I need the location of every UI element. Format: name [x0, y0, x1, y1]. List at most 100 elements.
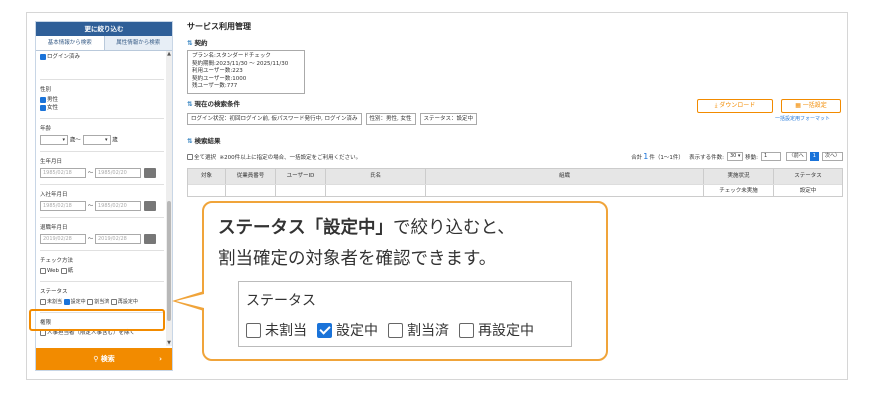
total-count: 1 [643, 152, 649, 161]
gender-male-checkbox[interactable] [40, 97, 46, 103]
sidebar-tabs: 基本情報から検索 属性情報から検索 [36, 36, 172, 51]
col-target[interactable]: 対象 [188, 168, 226, 184]
checkbox-icon[interactable] [388, 322, 403, 338]
col-name[interactable]: 氏名 [326, 168, 426, 184]
contract-plan: プラン名:スタンダードチェック [192, 53, 271, 59]
page-1-button[interactable]: 1 [809, 152, 819, 161]
select-all-checkbox[interactable] [187, 153, 193, 160]
callout-status-options: 未割当 設定中 割当済 再設定中 [246, 320, 544, 340]
calendar-icon[interactable] [144, 201, 156, 211]
callout-option-label: 設定中 [336, 323, 378, 339]
calendar-icon[interactable] [144, 168, 156, 178]
condition-chip: ログイン状況：初回ログイン前, 仮パスワード発行中, ログイン済み [187, 112, 362, 125]
cell-org [426, 184, 704, 196]
callout-option-resetting[interactable]: 再設定中 [459, 320, 534, 340]
status-unassigned-label: 未割当 [47, 299, 63, 305]
contract-period: 契約期間:2023/11/30 〜 2025/11/30 [192, 60, 289, 67]
callout-option-setting[interactable]: 設定中 [317, 320, 378, 340]
join-from-field[interactable]: 1985/02/18 [40, 201, 86, 211]
age-to-select[interactable]: ▾ [82, 135, 111, 145]
total-label: 合計 [631, 154, 643, 161]
callout-status-label: ステータス [246, 293, 316, 309]
contract-remaining-users: 残ユーザー数:777 [192, 83, 238, 89]
cell-status: 設定中 [799, 187, 817, 194]
check-paper-label: 紙 [67, 268, 74, 274]
col-org[interactable]: 組織 [426, 168, 704, 184]
contract-heading: ⇅ 契約 [187, 37, 843, 47]
leave-section: 退職年月日 2019/02/28 〜 2019/02/28 [40, 223, 164, 251]
checkbox-icon[interactable] [459, 322, 474, 338]
status-assigned-checkbox[interactable] [87, 299, 94, 305]
search-button-label: 検索 [100, 355, 115, 363]
login-checkbox[interactable] [40, 54, 46, 60]
prev-page-button[interactable]: 〈前へ [785, 152, 807, 161]
birth-to-field[interactable]: 1985/02/20 [95, 168, 141, 178]
bulk-setting-button[interactable]: ▦ 一括設定 [781, 99, 841, 113]
gender-male-label: 男性 [47, 97, 59, 103]
calendar-icon[interactable] [144, 234, 156, 244]
birth-from-field[interactable]: 1985/02/18 [40, 168, 86, 178]
checkbox-checked-icon[interactable] [317, 322, 332, 338]
search-button[interactable]: ⚲ 検索 › [36, 348, 172, 370]
leave-to-field[interactable]: 2019/02/28 [95, 234, 141, 244]
status-setting-checkbox[interactable] [63, 299, 70, 305]
birth-section: 生年月日 1985/02/18 〜 1985/02/20 [40, 157, 164, 185]
section-marker-icon: ⇅ [187, 136, 193, 145]
status-resetting-checkbox[interactable] [110, 299, 117, 305]
scroll-thumb[interactable] [167, 201, 171, 321]
col-progress[interactable]: 実施状況 [704, 168, 774, 184]
leave-from-field[interactable]: 2019/02/28 [40, 234, 86, 244]
callout-option-unassigned[interactable]: 未割当 [246, 320, 307, 340]
callout-option-assigned[interactable]: 割当済 [388, 320, 449, 340]
scroll-down-icon[interactable]: ▼ [166, 340, 172, 346]
gender-section: 性別 男性 女性 [40, 85, 164, 119]
results-table: 対象 従業員番号 ユーザーID 氏名 組織 実施状況 ステータス チェック未実施… [187, 167, 843, 197]
table-row[interactable]: チェック未実施 設定中 [188, 183, 842, 196]
age-from-suffix: 歳〜 [69, 137, 81, 144]
callout-option-label: 割当済 [407, 323, 449, 339]
check-web-checkbox[interactable] [40, 268, 46, 274]
callout-line2: 割当確定の対象者を確認できます。 [218, 249, 497, 269]
per-page-value: 30 [729, 153, 737, 159]
contract-used-users: 利用ユーザー数:223 [192, 68, 243, 74]
status-assigned-label: 割当済 [94, 299, 110, 305]
age-section: 年齢 ▾ 歳〜 ▾ 歳 [40, 124, 164, 152]
col-employee-no[interactable]: 従業員番号 [226, 168, 276, 184]
callout-emphasis: ステータス「設定中」 [218, 218, 393, 238]
status-setting-label: 設定中 [70, 299, 86, 305]
next-page-button[interactable]: 次へ〉 [821, 152, 843, 161]
callout-box: ステータス「設定中」で絞り込むと、 割当確定の対象者を確認できます。 ステータス… [202, 201, 608, 361]
status-highlight-box [29, 309, 165, 331]
per-page-label: 表示する件数: [689, 154, 724, 161]
tab-attribute-search[interactable]: 属性情報から検索 [104, 36, 172, 50]
jump-input[interactable]: 1 [761, 152, 782, 161]
col-user-id[interactable]: ユーザーID [276, 168, 326, 184]
scroll-up-icon[interactable]: ▲ [166, 51, 172, 57]
status-unassigned-checkbox[interactable] [40, 299, 46, 305]
results-toolbar: 全て選択 ※200件以上に指定の場合、一括設定をご利用ください。 合計 1 件（1〜… [187, 151, 843, 163]
gender-female-label: 女性 [47, 105, 59, 111]
download-icon: ⤓ [714, 102, 718, 109]
contract-users: 契約ユーザー数:1000 [192, 75, 247, 82]
join-to-field[interactable]: 1985/02/20 [95, 201, 141, 211]
check-paper-checkbox[interactable] [60, 268, 67, 274]
col-status[interactable]: ステータス [774, 169, 842, 184]
tab-basic-search[interactable]: 基本情報から検索 [36, 36, 105, 50]
checkbox-icon[interactable] [246, 322, 261, 338]
download-button[interactable]: ⤓ ダウンロード [697, 99, 773, 113]
bulk-format-link[interactable]: 一括設定用フォーマット [775, 115, 830, 122]
table-header: 対象 従業員番号 ユーザーID 氏名 組織 実施状況 ステータス [188, 168, 842, 184]
select-all-label: 全て選択 [194, 154, 217, 161]
callout-line1: で絞り込むと、 [393, 218, 515, 238]
jump-label: 移動: [745, 154, 759, 161]
per-page-select[interactable]: 30 ▾ [726, 152, 744, 161]
callout-status-zoom: ステータス 未割当 設定中 割当済 再設定中 [238, 281, 572, 347]
section-marker-icon: ⇅ [187, 39, 193, 47]
callout-text: ステータス「設定中」で絞り込むと、 割当確定の対象者を確認できます。 [218, 213, 515, 275]
gender-female-checkbox[interactable] [40, 105, 46, 111]
age-from-select[interactable]: ▾ [40, 135, 68, 145]
check-web-label: Web [47, 268, 59, 274]
cell-name [326, 184, 426, 196]
contract-title: 契約 [194, 39, 208, 47]
birth-title: 生年月日 [40, 159, 63, 165]
